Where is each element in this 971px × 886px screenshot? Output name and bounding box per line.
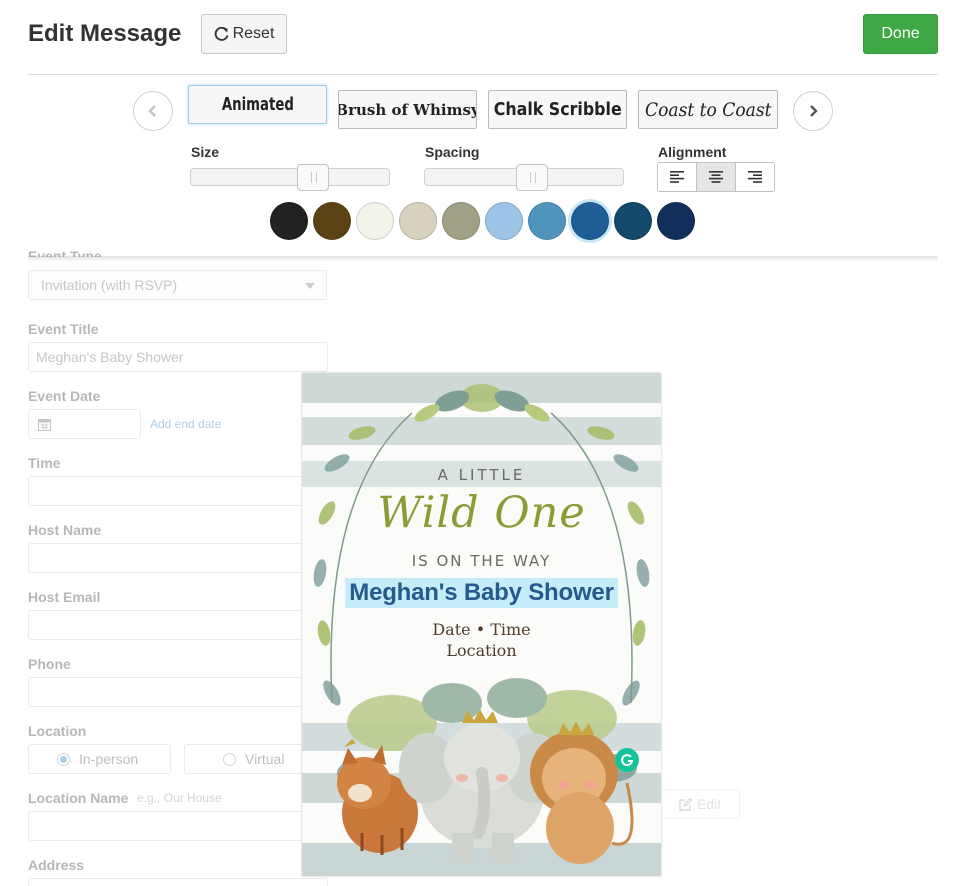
font-option-coast-to-coast[interactable]: Coast to Coast bbox=[638, 90, 778, 129]
color-swatch[interactable] bbox=[356, 202, 394, 240]
card-line-location: Location bbox=[446, 641, 517, 660]
font-option-label: Coast to Coast bbox=[644, 98, 772, 121]
size-slider[interactable] bbox=[190, 164, 390, 191]
invitation-card-preview[interactable]: A LITTLE Wild One IS ON THE WAY Meghan's… bbox=[302, 373, 661, 876]
card-line-wild-one: Wild One bbox=[377, 488, 586, 538]
event-date-input[interactable] bbox=[28, 409, 141, 439]
font-option-label: Animated bbox=[221, 94, 294, 115]
chevron-right-icon bbox=[810, 105, 818, 117]
spacing-label: Spacing bbox=[425, 144, 480, 160]
add-end-date-link[interactable]: Add end date bbox=[150, 417, 221, 431]
event-type-label: Event Type bbox=[28, 248, 102, 257]
font-option-chalk-scribble[interactable]: Chalk Scribble bbox=[488, 90, 627, 129]
align-right-icon bbox=[748, 171, 762, 183]
color-swatch[interactable] bbox=[313, 202, 351, 240]
spacing-slider-handle[interactable] bbox=[516, 164, 548, 191]
refresh-icon bbox=[214, 26, 229, 41]
card-title-selected-text[interactable]: Meghan's Baby Shower bbox=[345, 578, 618, 608]
event-title-value: Meghan's Baby Shower bbox=[36, 349, 184, 365]
card-title-wrap: Meghan's Baby Shower bbox=[302, 578, 661, 608]
reset-label: Reset bbox=[232, 25, 275, 42]
virtual-label: Virtual bbox=[245, 751, 285, 767]
page-title: Edit Message bbox=[28, 20, 182, 47]
radio-in-person[interactable]: In-person bbox=[28, 744, 171, 774]
in-person-label: In-person bbox=[79, 751, 139, 767]
color-swatch[interactable] bbox=[485, 202, 523, 240]
grammarly-icon[interactable] bbox=[615, 748, 639, 772]
edit-label: Edit bbox=[696, 796, 722, 812]
address-input[interactable] bbox=[28, 878, 328, 886]
reset-button[interactable]: Reset bbox=[201, 14, 287, 54]
host-email-label: Host Email bbox=[28, 589, 101, 605]
color-swatch[interactable] bbox=[528, 202, 566, 240]
pencil-square-icon bbox=[679, 797, 692, 811]
location-name-input[interactable] bbox=[28, 811, 328, 841]
card-line-a-little: A LITTLE bbox=[437, 466, 526, 484]
location-name-hint: e.g., Our House bbox=[137, 791, 222, 805]
align-center-button[interactable] bbox=[697, 163, 736, 191]
panel-shadow bbox=[28, 256, 938, 262]
color-swatch[interactable] bbox=[270, 202, 308, 240]
calendar-icon bbox=[38, 418, 51, 431]
color-swatch[interactable] bbox=[571, 202, 609, 240]
event-type-value: Invitation (with RSVP) bbox=[41, 277, 178, 293]
event-title-input[interactable]: Meghan's Baby Shower bbox=[28, 342, 328, 372]
host-name-label: Host Name bbox=[28, 522, 102, 538]
card-line-date-time: Date • Time bbox=[432, 620, 531, 639]
grammarly-g-icon bbox=[621, 754, 634, 767]
spacing-slider[interactable] bbox=[424, 164, 624, 191]
edit-button[interactable]: Edit bbox=[660, 789, 740, 819]
color-swatch[interactable] bbox=[657, 202, 695, 240]
font-next-button[interactable] bbox=[793, 91, 833, 131]
chevron-left-icon bbox=[148, 105, 156, 117]
align-left-icon bbox=[670, 171, 684, 183]
font-option-label: Chalk Scribble bbox=[493, 99, 622, 120]
phone-label: Phone bbox=[28, 656, 71, 672]
align-right-button[interactable] bbox=[736, 163, 774, 191]
radio-button-icon bbox=[223, 752, 236, 766]
location-label: Location bbox=[28, 723, 87, 739]
size-slider-handle[interactable] bbox=[297, 164, 329, 191]
alignment-label: Alignment bbox=[658, 144, 727, 160]
phone-input[interactable] bbox=[28, 677, 328, 707]
font-prev-button[interactable] bbox=[133, 91, 173, 131]
card-line-on-the-way: IS ON THE WAY bbox=[411, 552, 552, 570]
event-date-label: Event Date bbox=[28, 388, 101, 404]
radio-button-icon bbox=[57, 752, 70, 766]
event-title-label: Event Title bbox=[28, 321, 99, 337]
font-option-label: Brush of Whimsy bbox=[338, 100, 477, 119]
done-button[interactable]: Done bbox=[863, 14, 938, 54]
event-type-select[interactable]: Invitation (with RSVP) bbox=[28, 270, 327, 300]
time-label: Time bbox=[28, 455, 61, 471]
time-input[interactable] bbox=[28, 476, 328, 506]
caret-down-icon bbox=[305, 283, 315, 289]
radio-virtual[interactable]: Virtual bbox=[184, 744, 314, 774]
location-name-label: Location Name bbox=[28, 790, 129, 806]
alignment-group bbox=[657, 162, 775, 192]
host-email-input[interactable] bbox=[28, 610, 328, 640]
address-label: Address bbox=[28, 857, 85, 873]
font-option-animated[interactable]: Animated bbox=[188, 85, 327, 124]
align-left-button[interactable] bbox=[658, 163, 697, 191]
color-swatch[interactable] bbox=[442, 202, 480, 240]
align-center-icon bbox=[709, 171, 723, 183]
color-swatch[interactable] bbox=[614, 202, 652, 240]
font-option-brush-of-whimsy[interactable]: Brush of Whimsy bbox=[338, 90, 477, 129]
host-name-input[interactable] bbox=[28, 543, 328, 573]
header-divider bbox=[28, 74, 938, 75]
color-swatch[interactable] bbox=[399, 202, 437, 240]
size-label: Size bbox=[191, 144, 220, 160]
